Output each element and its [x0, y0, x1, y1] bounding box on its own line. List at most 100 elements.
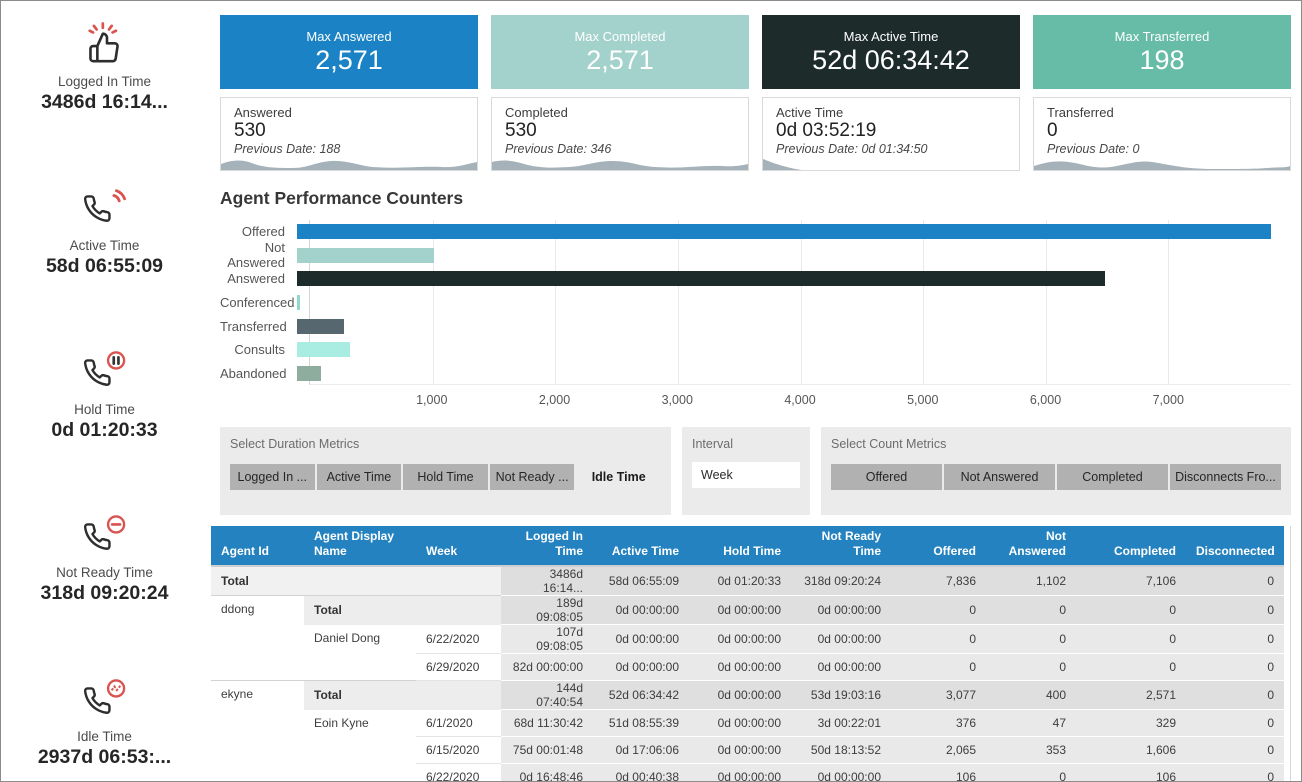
max-card-label: Max Answered — [306, 29, 391, 44]
x-tick-label: 5,000 — [907, 393, 938, 407]
column-header-active-time[interactable]: Active Time — [593, 526, 689, 566]
agent-performance-bar-chart: OfferedNot AnsweredAnsweredConferencedTr… — [220, 220, 1291, 413]
table-cell-active-time: 0d 00:00:00 — [593, 625, 689, 654]
bar-consults[interactable] — [297, 342, 350, 357]
bar-not-answered[interactable] — [297, 248, 434, 263]
chart-row-not-answered: Not Answered — [220, 244, 1291, 268]
table-cell-offered: 0 — [891, 625, 986, 654]
table-cell-disconnected: 0 — [1186, 681, 1284, 710]
x-tick-label: 2,000 — [539, 393, 570, 407]
kpi-label: Hold Time — [1, 402, 208, 417]
group-total-label: Total — [304, 596, 501, 625]
column-header-agent-id[interactable]: Agent Id — [211, 526, 304, 566]
table-row[interactable]: Total3486d 16:14...58d 06:55:090d 01:20:… — [211, 566, 1284, 596]
chart-title: Agent Performance Counters — [220, 188, 1291, 209]
table-cell-hold-time: 0d 00:00:00 — [689, 710, 791, 737]
interval-select[interactable]: Week — [692, 462, 800, 488]
column-header-logged-in-time[interactable]: Logged In Time — [501, 526, 593, 566]
sub-card-value: 530 — [234, 120, 477, 142]
kpi-value: 0d 01:20:33 — [1, 419, 208, 442]
agent-display-name-cell: Eoin Kyne — [304, 710, 416, 782]
duration-active-time-button[interactable]: Active Time — [317, 464, 402, 490]
sparkline-icon — [221, 155, 477, 170]
bar-track — [297, 271, 1291, 286]
table-header-row: Agent IdAgent Display NameWeekLogged In … — [211, 526, 1284, 566]
count-offered-button[interactable]: Offered — [831, 464, 942, 490]
table-row[interactable]: Eoin Kyne6/1/202068d 11:30:4251d 08:55:3… — [211, 710, 1284, 737]
phone-active-icon — [1, 183, 208, 231]
table-row[interactable]: ekyneTotal144d 07:40:5452d 06:34:420d 00… — [211, 681, 1284, 710]
week-cell: 6/22/2020 — [416, 764, 501, 782]
duration-hold-time-button[interactable]: Hold Time — [403, 464, 488, 490]
table-cell-not-ready-time: 50d 18:13:52 — [791, 737, 891, 764]
table-cell-hold-time: 0d 00:00:00 — [689, 737, 791, 764]
sub-card-label: Answered — [234, 105, 477, 120]
column-header-not-ready-time[interactable]: Not Ready Time — [791, 526, 891, 566]
sub-card-label: Transferred — [1047, 105, 1290, 120]
table-cell-completed: 1,606 — [1076, 737, 1186, 764]
table-row[interactable]: ddongTotal189d 09:08:050d 00:00:000d 00:… — [211, 596, 1284, 625]
max-card: Max Answered2,571 — [220, 15, 478, 89]
phone-hold-icon — [1, 347, 208, 395]
sidebar-kpi-idle-time: Idle Time2937d 06:53:... — [1, 674, 208, 769]
table-cell-not-answered: 1,102 — [986, 566, 1076, 596]
agent-id-cell[interactable]: ekyne — [211, 681, 304, 782]
bar-track — [297, 342, 1291, 357]
column-header-agent-display-name[interactable]: Agent Display Name — [304, 526, 416, 566]
sub-card-value: 530 — [505, 120, 748, 142]
bar-conferenced[interactable] — [297, 295, 300, 310]
count-disconnects-fro-button[interactable]: Disconnects Fro... — [1170, 464, 1281, 490]
column-header-week[interactable]: Week — [416, 526, 501, 566]
table-cell-not-ready-time: 53d 19:03:16 — [791, 681, 891, 710]
duration-not-ready-button[interactable]: Not Ready ... — [490, 464, 575, 490]
duration-idle-time-button[interactable]: Idle Time — [576, 464, 661, 490]
count-metrics-title: Select Count Metrics — [831, 437, 1281, 451]
kpi-card-transferred: Max Transferred198 Transferred0Previous D… — [1033, 15, 1291, 171]
bar-offered[interactable] — [297, 224, 1271, 239]
column-header-not-answered[interactable]: Not Answered — [986, 526, 1076, 566]
bar-track — [297, 224, 1291, 239]
kpi-card-completed: Max Completed2,571Completed530Previous D… — [491, 15, 749, 171]
sub-card-value: 0 — [1047, 120, 1290, 142]
sparkline-icon — [1034, 155, 1290, 170]
bar-abandoned[interactable] — [297, 366, 321, 381]
sub-card-previous: Previous Date: 0 — [1047, 142, 1290, 156]
column-header-offered[interactable]: Offered — [891, 526, 986, 566]
table-cell-disconnected: 0 — [1186, 654, 1284, 681]
chart-row-conferenced: Conferenced — [220, 291, 1291, 315]
duration-logged-in-button[interactable]: Logged In ... — [230, 464, 315, 490]
column-header-completed[interactable]: Completed — [1076, 526, 1186, 566]
max-card-value: 198 — [1139, 45, 1184, 76]
table-cell-offered: 376 — [891, 710, 986, 737]
agent-id-cell[interactable]: ddong — [211, 596, 304, 681]
sidebar-kpi-logged-in-time: Logged In Time3486d 16:14... — [1, 19, 208, 114]
table-scrollbar[interactable] — [1290, 526, 1291, 782]
chart-row-offered: Offered — [220, 220, 1291, 244]
count-not-answered-button[interactable]: Not Answered — [944, 464, 1055, 490]
max-card-value: 2,571 — [586, 45, 654, 76]
chart-category-label: Abandoned — [220, 366, 297, 381]
x-tick-label: 3,000 — [662, 393, 693, 407]
table-cell-logged-in-time: 75d 00:01:48 — [501, 737, 593, 764]
table-cell-logged-in-time: 144d 07:40:54 — [501, 681, 593, 710]
chart-row-transferred: Transferred — [220, 314, 1291, 338]
bar-transferred[interactable] — [297, 319, 344, 334]
max-card: Max Transferred198 — [1033, 15, 1291, 89]
table-cell-offered: 0 — [891, 654, 986, 681]
x-tick-label: 6,000 — [1030, 393, 1061, 407]
sidebar-kpi-hold-time: Hold Time 0d 01:20:33 — [1, 347, 208, 442]
table-cell-hold-time: 0d 00:00:00 — [689, 596, 791, 625]
table-cell-offered: 3,077 — [891, 681, 986, 710]
table-cell-not-answered: 0 — [986, 654, 1076, 681]
table-cell-logged-in-time: 3486d 16:14... — [501, 566, 593, 596]
table-cell-disconnected: 0 — [1186, 596, 1284, 625]
column-header-disconnected[interactable]: Disconnected — [1186, 526, 1284, 566]
filter-row: Select Duration Metrics Logged In ...Act… — [220, 427, 1291, 515]
sub-card-previous: Previous Date: 188 — [234, 142, 477, 156]
table-row[interactable]: Daniel Dong6/22/2020107d 09:08:050d 00:0… — [211, 625, 1284, 654]
sub-card-label: Active Time — [776, 105, 1019, 120]
table-cell-not-ready-time: 0d 00:00:00 — [791, 625, 891, 654]
bar-answered[interactable] — [297, 271, 1105, 286]
column-header-hold-time[interactable]: Hold Time — [689, 526, 791, 566]
count-completed-button[interactable]: Completed — [1057, 464, 1168, 490]
